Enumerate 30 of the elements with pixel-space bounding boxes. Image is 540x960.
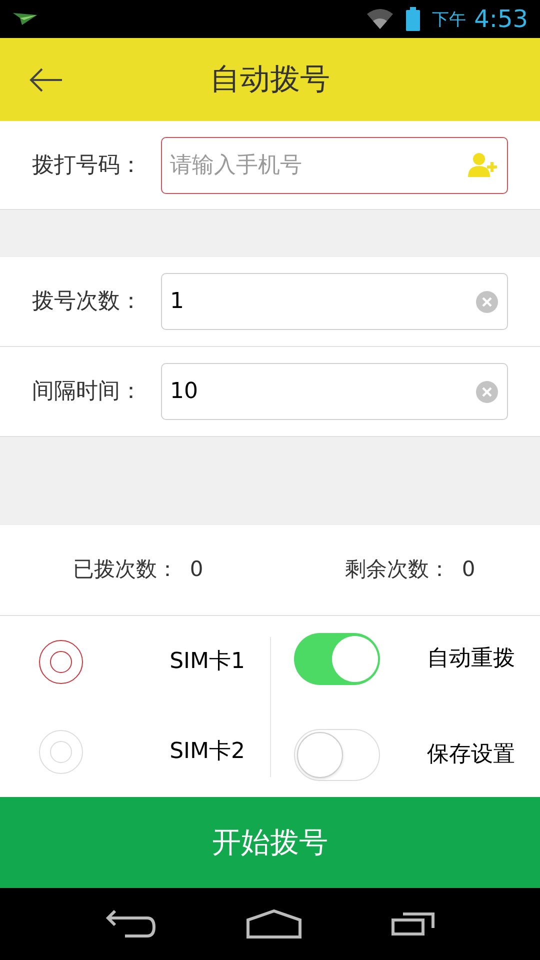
time-period: 下午	[432, 9, 466, 32]
toggle-switch[interactable]	[294, 728, 380, 780]
sim-label: SIM卡1	[170, 648, 245, 676]
radio-button[interactable]	[39, 640, 83, 684]
toggle-label: 自动重拨	[427, 645, 515, 673]
clear-icon[interactable]	[475, 290, 499, 314]
counter-value: 0	[190, 556, 204, 584]
counter-value: 0	[462, 556, 476, 584]
number-input-field[interactable]: 10	[161, 363, 508, 420]
add-contact-icon[interactable]	[468, 152, 498, 178]
field-label: 拨号次数：	[31, 288, 143, 316]
recent-apps-icon[interactable]	[391, 912, 436, 936]
back-icon[interactable]	[104, 909, 157, 939]
number-input-field[interactable]: 1	[161, 273, 508, 330]
wifi-icon	[366, 8, 394, 30]
sim-label: SIM卡2	[170, 738, 245, 766]
battery-icon	[406, 7, 420, 31]
back-icon[interactable]	[29, 66, 63, 92]
phone-input-field[interactable]: 请输入手机号	[161, 136, 508, 194]
counter-label: 已拨次数：	[72, 556, 178, 584]
page-title: 自动拨号	[210, 61, 330, 99]
home-icon[interactable]	[246, 909, 302, 939]
counter-label: 剩余次数：	[344, 556, 450, 584]
field-label: 拨打号码：	[31, 152, 143, 180]
toggle-switch[interactable]	[294, 632, 380, 684]
field-label: 间隔时间：	[31, 378, 143, 406]
clear-icon[interactable]	[475, 380, 499, 404]
paper-plane-icon	[12, 12, 38, 26]
toggle-label: 保存设置	[427, 741, 515, 769]
clock-time: 4:53	[474, 4, 528, 35]
